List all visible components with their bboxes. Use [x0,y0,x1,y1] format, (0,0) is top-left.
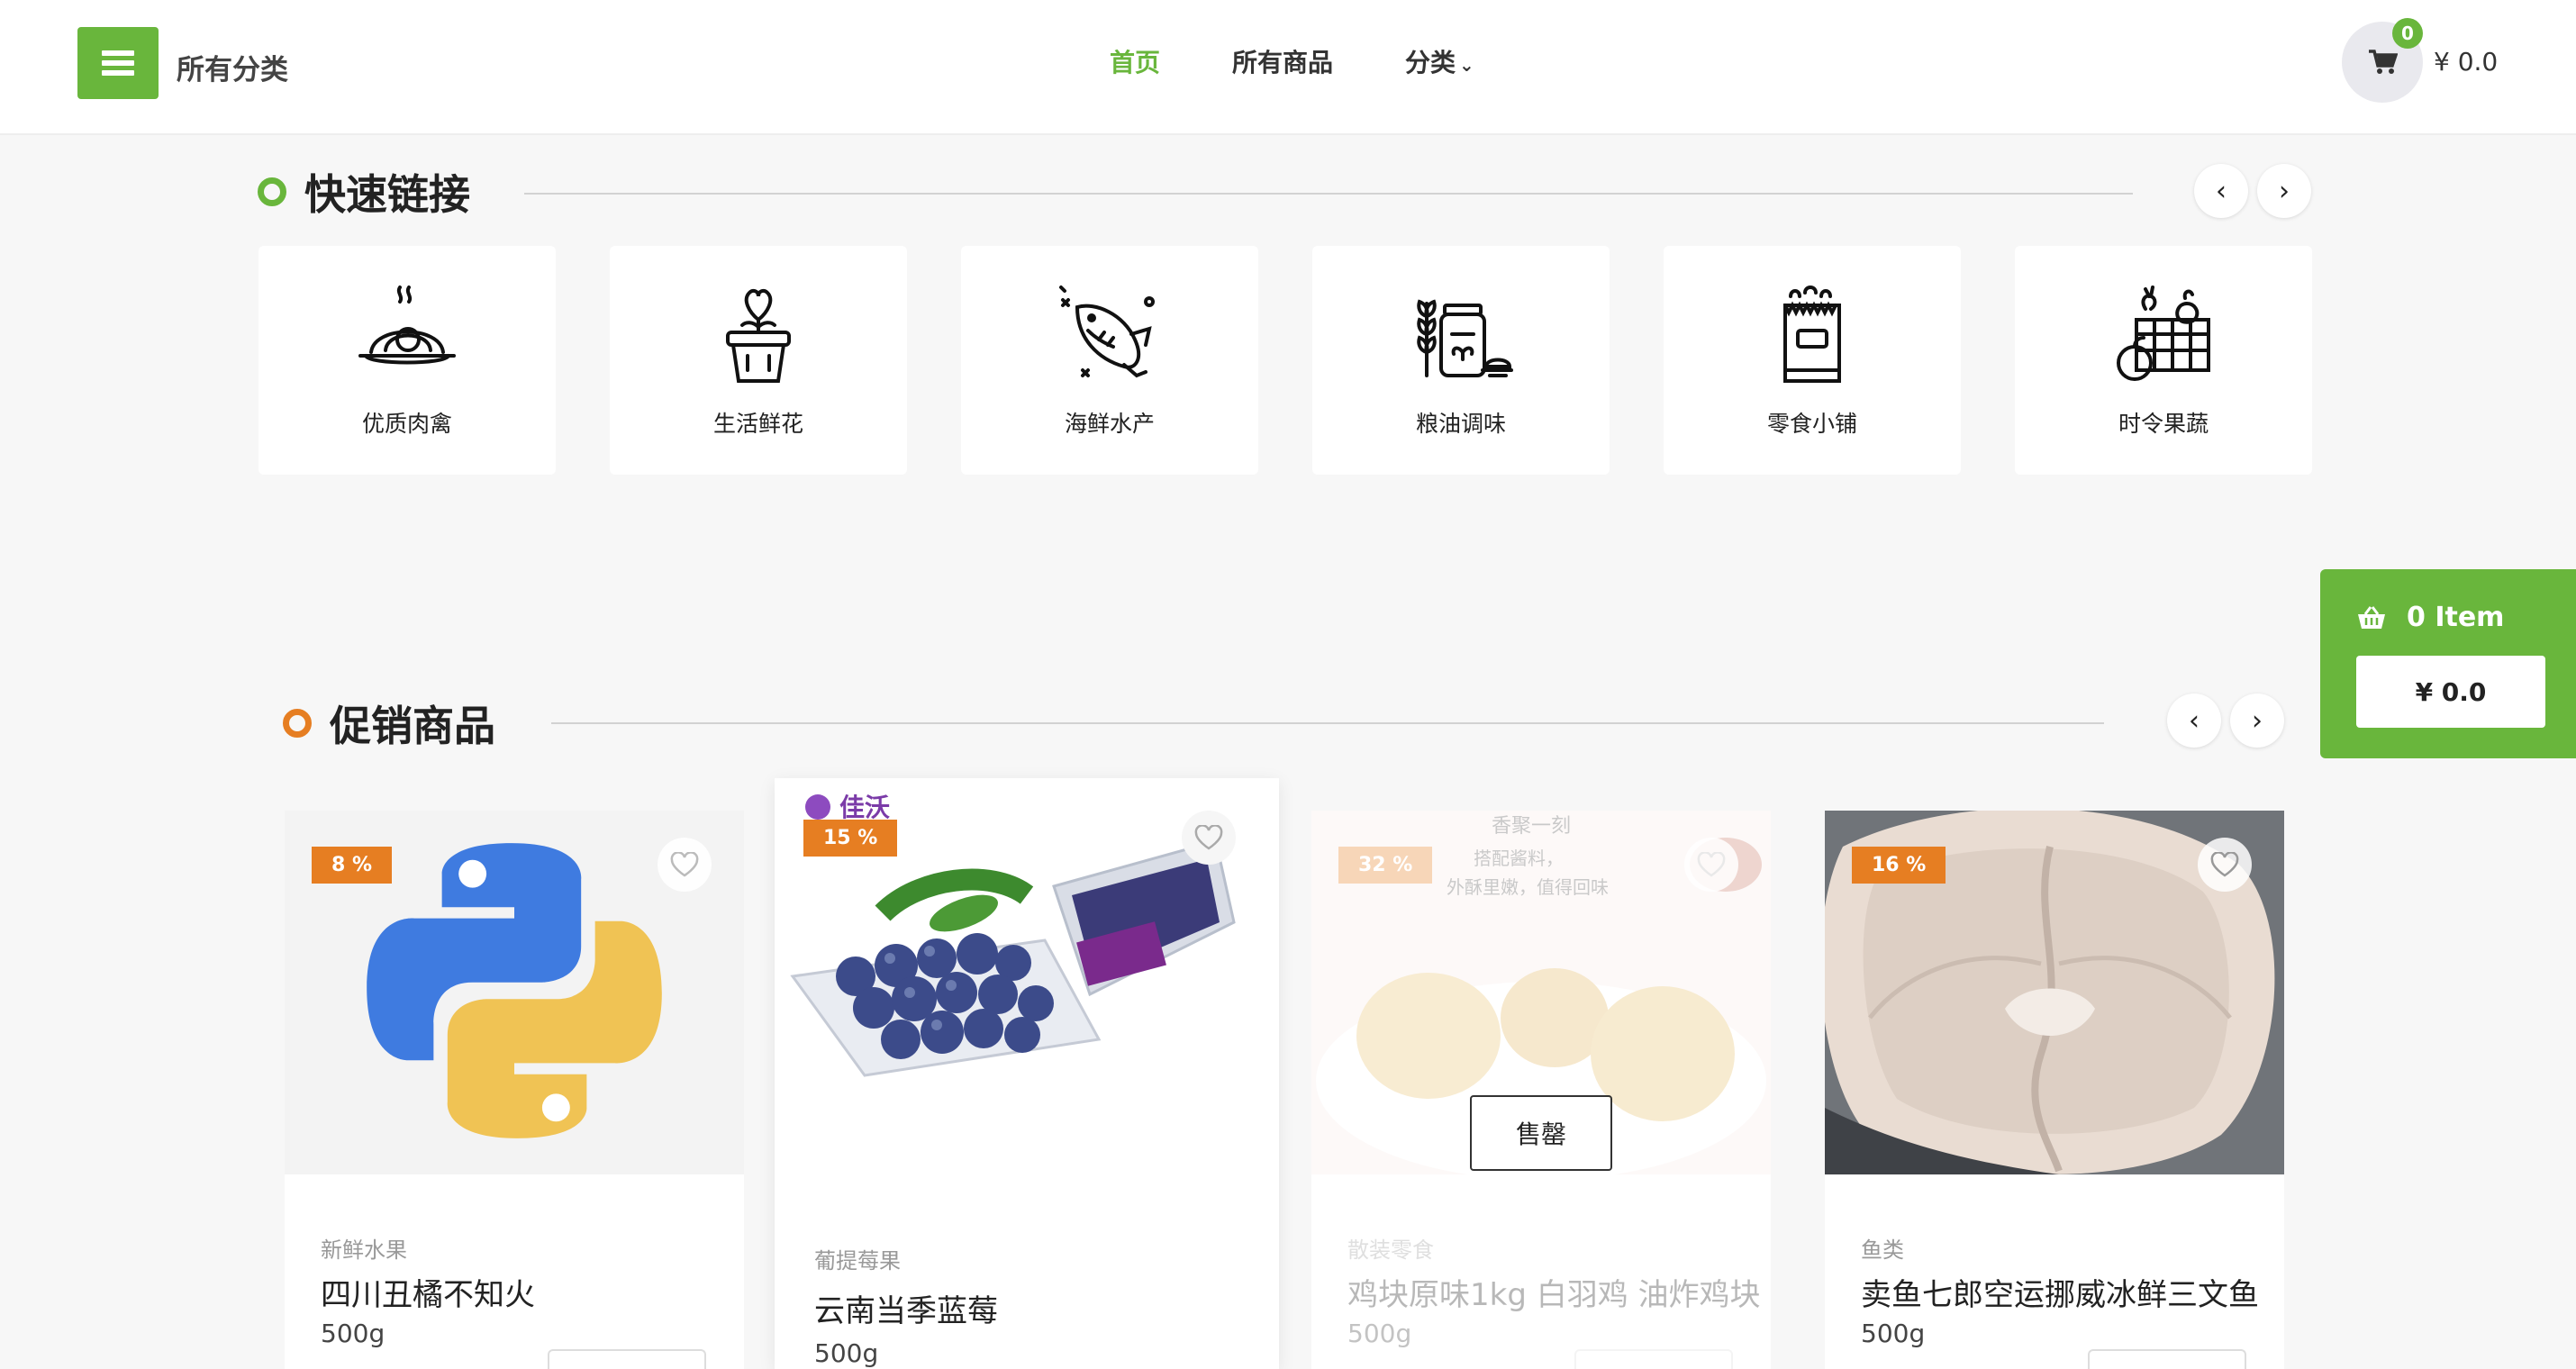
meat-plate-icon [358,286,456,365]
floating-cart-summary: 0 Item [2356,602,2504,633]
chevron-left-icon: ‹ [2216,175,2227,207]
add-to-cart-button[interactable] [548,1349,706,1369]
brand-text: 佳沃 [839,793,890,822]
product-category: 葡提莓果 [814,1248,901,1274]
quick-link-label: 时令果蔬 [2118,411,2209,437]
menu-button[interactable] [77,27,159,99]
cart-count-badge: 0 [2392,18,2423,49]
quick-link-label: 生活鲜花 [712,411,803,437]
fish-icon [1059,286,1155,378]
heart-icon [1194,825,1223,850]
nav-categories[interactable]: 分类 ⌄ [1405,43,1474,79]
product-weight: 500g [321,1319,385,1348]
wishlist-button[interactable] [1684,838,1738,892]
sold-out-label: 售罄 [1470,1095,1612,1171]
flower-pot-icon [726,288,791,383]
quick-link-label: 零食小铺 [1766,411,1857,437]
quick-link-flowers[interactable]: 生活鲜花 [610,246,907,475]
nav-home[interactable]: 首页 [1110,43,1160,79]
floating-cart-widget[interactable]: 0 Item ¥ 0.0 [2320,569,2576,758]
quick-link-snacks[interactable]: 零食小铺 [1664,246,1961,475]
main-nav: 首页 所有商品 分类 ⌄ [1110,43,1474,79]
quick-links-prev-button[interactable]: ‹ [2194,164,2248,218]
quick-links-heading: 快速链接 [258,162,470,222]
wishlist-button[interactable] [1182,811,1236,865]
floating-cart-count: 0 Item [2407,602,2505,633]
chevron-down-icon: ⌄ [1459,54,1474,76]
quick-link-grain[interactable]: 粮油调味 [1312,246,1610,475]
quick-link-label: 粮油调味 [1415,411,1506,437]
wishlist-button[interactable] [658,838,712,892]
image-text: 外酥里嫩，值得回味 [1447,876,1609,898]
product-weight: 500g [814,1338,879,1368]
section-divider [524,193,2133,195]
add-to-cart-button[interactable] [2088,1349,2246,1369]
chevron-right-icon: › [2279,175,2290,207]
product-name[interactable]: 卖鱼七郎空运挪威冰鲜三文鱼 [1861,1270,2259,1314]
quick-link-produce[interactable]: 时令果蔬 [2015,246,2312,475]
discount-badge: 8 % [312,847,393,884]
product-category: 鱼类 [1861,1238,1904,1263]
quick-link-meat[interactable]: 优质肉禽 [259,246,556,475]
image-text: 搭配酱料， [1474,848,1564,869]
section-divider [551,722,2104,724]
image-text: 香聚一刻 [1492,815,1571,838]
cart-icon [2369,50,2398,74]
floating-cart-total: ¥ 0.0 [2356,656,2545,728]
section-ring-icon [258,177,286,206]
product-name[interactable]: 四川丑橘不知火 [321,1270,535,1314]
heart-icon [670,852,699,877]
grain-jar-icon [1417,299,1513,377]
promotions-next-button[interactable]: › [2230,694,2284,748]
python-logo-image [367,843,662,1138]
snack-bag-icon [1783,286,1841,383]
discount-badge: 32 % [1338,847,1433,884]
add-to-cart-button[interactable] [1574,1349,1733,1369]
promotions-prev-button[interactable]: ‹ [2167,694,2221,748]
hamburger-icon [102,50,134,76]
discount-badge: 16 % [1852,847,1946,884]
chevron-right-icon: › [2252,704,2263,737]
wishlist-button[interactable] [2198,838,2252,892]
top-header: 所有分类 首页 所有商品 分类 ⌄ 0 ¥ 0.0 [0,0,2576,135]
chevron-left-icon: ‹ [2189,704,2200,737]
quick-links-next-button[interactable]: › [2257,164,2311,218]
heart-icon [1697,852,1726,877]
quick-link-label: 海鲜水产 [1064,411,1155,437]
fruit-basket-icon [2117,286,2210,381]
promotions-title: 促销商品 [330,702,495,750]
nav-categories-label: 分类 [1405,48,1456,77]
quick-link-seafood[interactable]: 海鲜水产 [961,246,1258,475]
quick-links-title: 快速链接 [304,170,470,219]
all-categories-label[interactable]: 所有分类 [177,47,288,87]
product-category: 新鲜水果 [321,1238,407,1263]
basket-icon [2358,605,2385,629]
section-ring-icon [283,709,312,738]
heart-icon [2210,852,2239,877]
product-name[interactable]: 鸡块原味1kg 白羽鸡 油炸鸡块 [1347,1270,1761,1314]
product-name[interactable]: 云南当季蓝莓 [814,1286,998,1330]
quick-link-label: 优质肉禽 [361,411,452,437]
product-weight: 500g [1861,1319,1926,1348]
product-weight: 500g [1347,1319,1412,1348]
nav-all-products[interactable]: 所有商品 [1232,43,1333,79]
discount-badge: 15 % [803,820,898,857]
cart-total: ¥ 0.0 [2434,47,2499,77]
product-category: 散装零食 [1347,1238,1434,1263]
promotions-heading: 促销商品 [283,694,495,753]
